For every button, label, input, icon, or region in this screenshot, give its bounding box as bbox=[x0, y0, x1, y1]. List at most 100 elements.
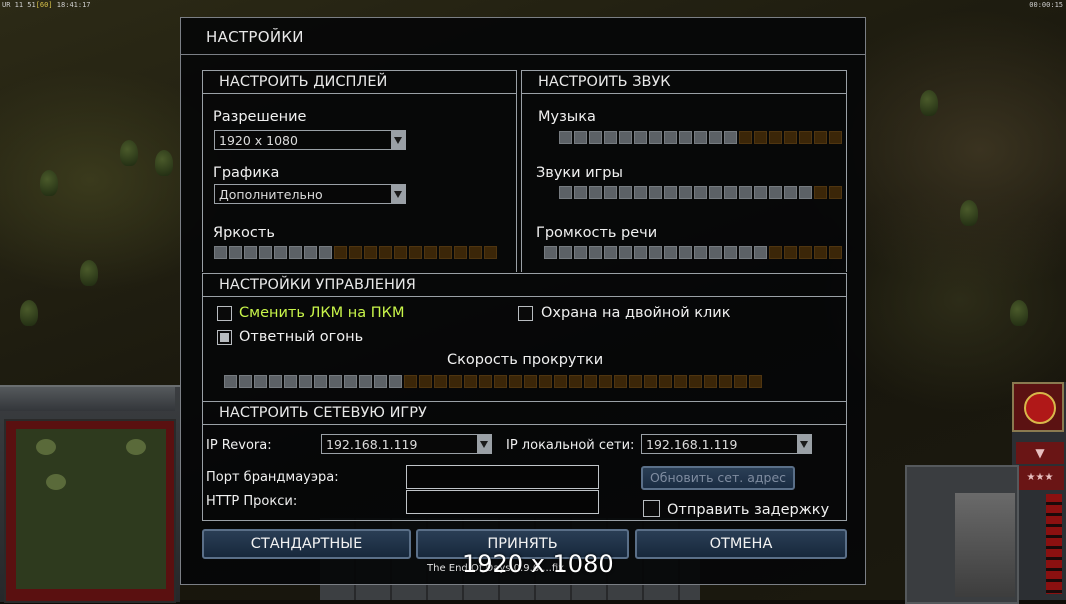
refresh-address-button[interactable]: Обновить сет. адрес bbox=[641, 466, 795, 490]
slider-segment[interactable] bbox=[599, 375, 612, 388]
slider-segment[interactable] bbox=[469, 246, 482, 259]
slider-segment[interactable] bbox=[634, 131, 647, 144]
slider-segment[interactable] bbox=[709, 246, 722, 259]
slider-segment[interactable] bbox=[814, 131, 827, 144]
slider-segment[interactable] bbox=[484, 246, 497, 259]
slider-segment[interactable] bbox=[539, 375, 552, 388]
slider-segment[interactable] bbox=[224, 375, 237, 388]
slider-segment[interactable] bbox=[524, 375, 537, 388]
slider-segment[interactable] bbox=[724, 186, 737, 199]
slider-segment[interactable] bbox=[439, 246, 452, 259]
slider-segment[interactable] bbox=[569, 375, 582, 388]
firewall-port-input[interactable] bbox=[406, 465, 599, 489]
swap-mouse-checkbox[interactable] bbox=[217, 306, 232, 321]
chevron-down-icon[interactable]: ▼ bbox=[1016, 442, 1064, 464]
slider-segment[interactable] bbox=[379, 246, 392, 259]
slider-segment[interactable] bbox=[829, 131, 842, 144]
send-delay-label[interactable]: Отправить задержку bbox=[667, 502, 829, 518]
slider-segment[interactable] bbox=[589, 246, 602, 259]
slider-segment[interactable] bbox=[604, 186, 617, 199]
slider-segment[interactable] bbox=[679, 186, 692, 199]
slider-segment[interactable] bbox=[254, 375, 267, 388]
slider-segment[interactable] bbox=[589, 186, 602, 199]
slider-segment[interactable] bbox=[659, 375, 672, 388]
slider-segment[interactable] bbox=[389, 375, 402, 388]
slider-segment[interactable] bbox=[784, 246, 797, 259]
slider-segment[interactable] bbox=[419, 375, 432, 388]
slider-segment[interactable] bbox=[619, 246, 632, 259]
slider-segment[interactable] bbox=[434, 375, 447, 388]
slider-segment[interactable] bbox=[604, 131, 617, 144]
slider-segment[interactable] bbox=[299, 375, 312, 388]
slider-segment[interactable] bbox=[559, 246, 572, 259]
chevron-down-icon[interactable] bbox=[477, 435, 491, 453]
slider-segment[interactable] bbox=[734, 375, 747, 388]
chevron-down-icon[interactable] bbox=[797, 435, 811, 453]
slider-segment[interactable] bbox=[574, 246, 587, 259]
slider-segment[interactable] bbox=[649, 131, 662, 144]
slider-segment[interactable] bbox=[404, 375, 417, 388]
slider-segment[interactable] bbox=[814, 186, 827, 199]
slider-segment[interactable] bbox=[664, 131, 677, 144]
slider-segment[interactable] bbox=[559, 131, 572, 144]
slider-segment[interactable] bbox=[694, 186, 707, 199]
slider-segment[interactable] bbox=[649, 246, 662, 259]
slider-segment[interactable] bbox=[359, 375, 372, 388]
slider-segment[interactable] bbox=[739, 131, 752, 144]
slider-segment[interactable] bbox=[284, 375, 297, 388]
slider-segment[interactable] bbox=[449, 375, 462, 388]
slider-segment[interactable] bbox=[634, 186, 647, 199]
slider-segment[interactable] bbox=[509, 375, 522, 388]
slider-segment[interactable] bbox=[454, 246, 467, 259]
defaults-button[interactable]: СТАНДАРТНЫЕ bbox=[202, 529, 411, 559]
resolution-dropdown[interactable]: 1920 x 1080 bbox=[214, 130, 406, 150]
slider-segment[interactable] bbox=[754, 186, 767, 199]
slider-segment[interactable] bbox=[574, 131, 587, 144]
graphics-dropdown[interactable]: Дополнительно bbox=[214, 184, 406, 204]
slider-segment[interactable] bbox=[559, 186, 572, 199]
slider-segment[interactable] bbox=[349, 246, 362, 259]
slider-segment[interactable] bbox=[694, 131, 707, 144]
slider-segment[interactable] bbox=[829, 246, 842, 259]
slider-segment[interactable] bbox=[799, 186, 812, 199]
slider-segment[interactable] bbox=[644, 375, 657, 388]
swap-mouse-label[interactable]: Сменить ЛКМ на ПКМ bbox=[239, 305, 405, 321]
cancel-button[interactable]: ОТМЕНА bbox=[635, 529, 847, 559]
slider-segment[interactable] bbox=[679, 131, 692, 144]
slider-segment[interactable] bbox=[304, 246, 317, 259]
slider-segment[interactable] bbox=[394, 246, 407, 259]
slider-segment[interactable] bbox=[614, 375, 627, 388]
slider-segment[interactable] bbox=[739, 246, 752, 259]
slider-segment[interactable] bbox=[479, 375, 492, 388]
slider-segment[interactable] bbox=[709, 131, 722, 144]
chevron-down-icon[interactable] bbox=[391, 185, 405, 203]
slider-segment[interactable] bbox=[619, 186, 632, 199]
slider-segment[interactable] bbox=[629, 375, 642, 388]
slider-segment[interactable] bbox=[784, 131, 797, 144]
slider-segment[interactable] bbox=[679, 246, 692, 259]
slider-segment[interactable] bbox=[769, 186, 782, 199]
slider-segment[interactable] bbox=[364, 246, 377, 259]
minimap[interactable] bbox=[16, 429, 166, 589]
slider-segment[interactable] bbox=[344, 375, 357, 388]
slider-segment[interactable] bbox=[334, 246, 347, 259]
revora-ip-dropdown[interactable]: 192.168.1.119 bbox=[321, 434, 492, 454]
brightness-slider[interactable] bbox=[214, 246, 497, 259]
slider-segment[interactable] bbox=[674, 375, 687, 388]
slider-segment[interactable] bbox=[619, 131, 632, 144]
chevron-down-icon[interactable] bbox=[391, 131, 405, 149]
slider-segment[interactable] bbox=[584, 375, 597, 388]
double-click-guard-checkbox[interactable] bbox=[518, 306, 533, 321]
slider-segment[interactable] bbox=[424, 246, 437, 259]
slider-segment[interactable] bbox=[649, 186, 662, 199]
slider-segment[interactable] bbox=[244, 246, 257, 259]
slider-segment[interactable] bbox=[314, 375, 327, 388]
slider-segment[interactable] bbox=[289, 246, 302, 259]
return-fire-checkbox[interactable] bbox=[217, 330, 232, 345]
slider-segment[interactable] bbox=[214, 246, 227, 259]
slider-segment[interactable] bbox=[259, 246, 272, 259]
slider-segment[interactable] bbox=[554, 375, 567, 388]
slider-segment[interactable] bbox=[754, 131, 767, 144]
slider-segment[interactable] bbox=[814, 246, 827, 259]
music-slider[interactable] bbox=[559, 131, 842, 144]
